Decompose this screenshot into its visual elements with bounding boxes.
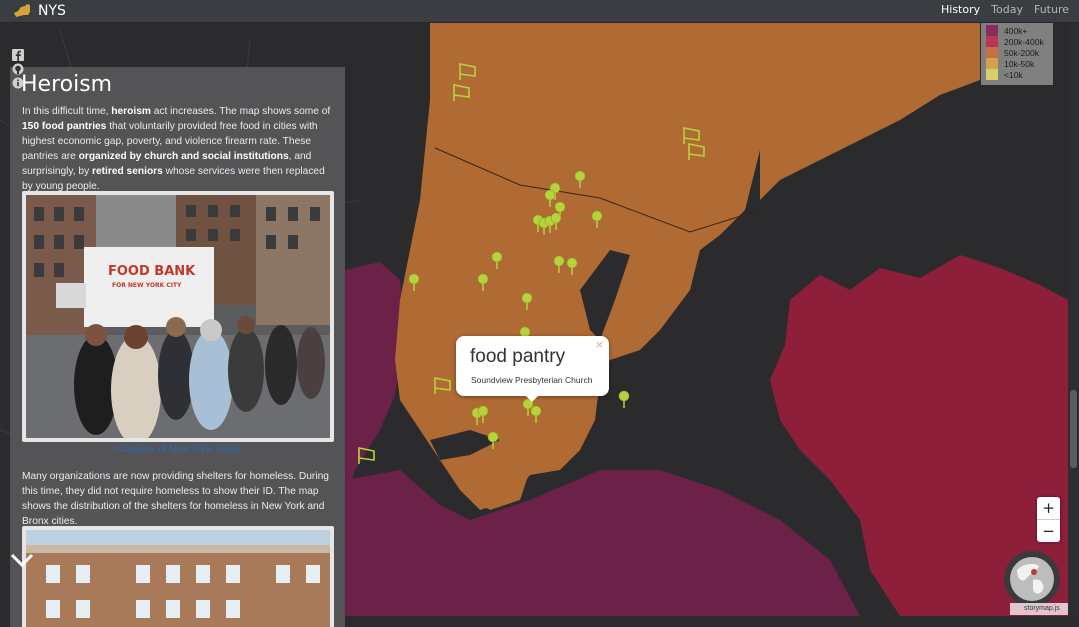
truck-text-1: FOOD BANK xyxy=(108,264,196,279)
intro-text: In this difficult time, heroism act incr… xyxy=(22,106,331,192)
zoom-in-button[interactable]: + xyxy=(1037,497,1060,520)
map-legend: 400k+ 200k-400k 50k-200k 10k-50k <10k xyxy=(981,22,1053,85)
social-icons xyxy=(12,46,24,89)
nys-state-icon xyxy=(14,4,30,17)
facebook-icon[interactable] xyxy=(12,46,24,61)
legend-swatch xyxy=(986,69,998,80)
truck-text-2: FOR NEW YORK CITY xyxy=(112,282,182,289)
storymap-credit[interactable]: storymap.js xyxy=(1010,603,1068,615)
top-navbar: NYS History Today Future xyxy=(0,0,1079,23)
story-title: Heroism xyxy=(21,72,113,97)
legend-item: 10k-50k xyxy=(986,58,1034,69)
info-icon[interactable] xyxy=(12,74,24,89)
legend-swatch xyxy=(986,36,998,47)
nav-today[interactable]: Today xyxy=(991,3,1023,16)
photo-caption-link[interactable]: Courtesy of New York Times xyxy=(22,444,334,455)
popup-close-icon[interactable]: × xyxy=(595,338,604,351)
github-icon[interactable] xyxy=(12,60,24,75)
page-scrollbar[interactable] xyxy=(1068,22,1079,616)
popup-title: food pantry xyxy=(470,346,566,367)
legend-item: 400k+ xyxy=(986,25,1027,36)
scrollbar-thumb[interactable] xyxy=(1070,390,1077,468)
legend-item: <10k xyxy=(986,69,1023,80)
story-panel[interactable]: Heroism In this difficult time, heroism … xyxy=(10,67,345,627)
nav-future[interactable]: Future xyxy=(1034,3,1069,16)
shelters-text: Many organizations are now providing she… xyxy=(22,471,329,527)
legend-swatch xyxy=(986,25,998,36)
food-bank-photo: FOOD BANK FOR NEW YORK CITY xyxy=(22,191,334,442)
shelter-building-photo xyxy=(22,526,334,627)
zoom-control: + − xyxy=(1037,497,1060,542)
scroll-down-chevron-icon[interactable] xyxy=(10,552,34,572)
brand-text: NYS xyxy=(38,3,66,19)
brand[interactable]: NYS xyxy=(12,2,66,20)
zoom-out-button[interactable]: − xyxy=(1037,520,1060,542)
nav-links: History Today Future xyxy=(941,3,1069,16)
legend-swatch xyxy=(986,47,998,58)
legend-item: 50k-200k xyxy=(986,47,1039,58)
nav-history[interactable]: History xyxy=(941,3,980,16)
popup-subtitle: Soundview Presbyterian Church xyxy=(471,375,593,385)
legend-item: 200k-400k xyxy=(986,36,1044,47)
marker-popup: food pantry Soundview Presbyterian Churc… xyxy=(456,336,609,402)
legend-swatch xyxy=(986,58,998,69)
